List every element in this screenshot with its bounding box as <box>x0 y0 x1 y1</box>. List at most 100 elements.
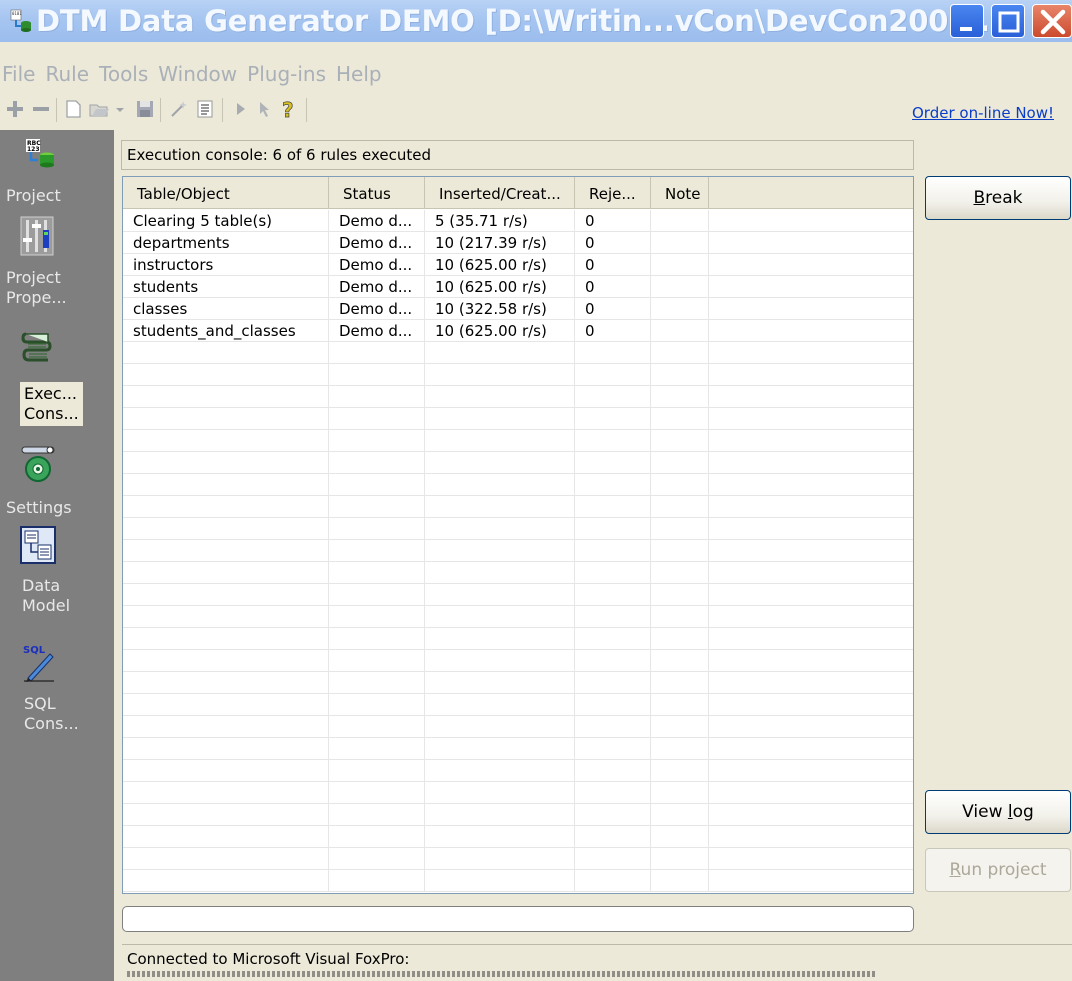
cell-status: Demo d... <box>329 254 425 276</box>
table-row[interactable] <box>123 650 913 672</box>
table-row[interactable] <box>123 518 913 540</box>
table-row[interactable] <box>123 782 913 804</box>
table-row[interactable]: students_and_classes Demo d... 10 (625.00 … <box>123 320 913 342</box>
nav-item-data-model[interactable]: Data Model <box>0 526 114 626</box>
nav-item-project[interactable]: RBC 123 Project <box>0 138 114 208</box>
table-row[interactable] <box>123 474 913 496</box>
break-button[interactable]: Break <box>925 176 1071 220</box>
cell-inserted <box>425 496 575 518</box>
table-row[interactable] <box>123 716 913 738</box>
table-row[interactable] <box>123 386 913 408</box>
menu-plugins[interactable]: Plug-ins <box>247 62 336 88</box>
menu-file[interactable]: File <box>0 62 45 88</box>
nav-label-project: Project <box>6 186 61 205</box>
cell-rejected <box>575 452 651 474</box>
cell-inserted <box>425 826 575 848</box>
menu-help[interactable]: Help <box>336 62 392 88</box>
table-row[interactable] <box>123 804 913 826</box>
cell-status <box>329 650 425 672</box>
svg-text:?: ? <box>282 98 294 120</box>
table-row[interactable] <box>123 672 913 694</box>
step-icon[interactable] <box>254 98 276 120</box>
minimize-button[interactable] <box>950 4 984 38</box>
cell-inserted <box>425 738 575 760</box>
table-row[interactable] <box>123 342 913 364</box>
run-icon[interactable] <box>230 98 252 120</box>
column-header-table-object[interactable]: Table/Object <box>123 177 329 209</box>
table-row[interactable] <box>123 694 913 716</box>
list-icon[interactable] <box>194 98 216 120</box>
table-row[interactable]: departments Demo d... 10 (217.39 r/s) 0 <box>123 232 913 254</box>
view-log-button[interactable]: View log <box>925 790 1071 834</box>
table-row[interactable] <box>123 430 913 452</box>
nav-item-project-properties[interactable]: Project Prope... <box>0 216 114 307</box>
save-icon[interactable] <box>134 98 156 120</box>
project-icon: RBC 123 <box>26 139 54 168</box>
nav-item-sql-console[interactable]: SQL SQL Cons... <box>0 642 114 742</box>
table-row[interactable]: Clearing 5 table(s) Demo d... 5 (35.71 r/s… <box>123 210 913 232</box>
nav-item-execution-console[interactable]: Exec... Cons... <box>0 330 114 460</box>
add-icon[interactable] <box>4 98 26 120</box>
cell-rejected <box>575 430 651 452</box>
menu-rule[interactable]: Rule <box>45 62 99 88</box>
table-row[interactable] <box>123 540 913 562</box>
remove-icon[interactable] <box>30 98 52 120</box>
column-header-status[interactable]: Status <box>329 177 425 209</box>
toolbar-separator <box>160 98 161 122</box>
table-row[interactable] <box>123 826 913 848</box>
execution-table[interactable]: Table/Object Status Inserted/Creat... Re… <box>122 176 914 894</box>
table-row[interactable] <box>123 628 913 650</box>
cell-note <box>651 826 709 848</box>
cell-rejected <box>575 606 651 628</box>
table-row[interactable] <box>123 562 913 584</box>
new-icon[interactable] <box>62 98 84 120</box>
table-row[interactable] <box>123 364 913 386</box>
maximize-button[interactable] <box>991 4 1025 38</box>
table-row[interactable]: classes Demo d... 10 (322.58 r/s) 0 <box>123 298 913 320</box>
table-row[interactable] <box>123 452 913 474</box>
cell-rejected: 0 <box>575 276 651 298</box>
cell-rejected <box>575 584 651 606</box>
toolbar: ? <box>0 94 900 128</box>
wizard-icon[interactable] <box>168 98 190 120</box>
cell-rejected <box>575 496 651 518</box>
close-button[interactable] <box>1032 4 1072 38</box>
table-row[interactable] <box>123 496 913 518</box>
table-row[interactable] <box>123 738 913 760</box>
run-project-button[interactable]: Run project <box>925 848 1071 892</box>
order-online-link[interactable]: Order on-line Now! <box>912 104 1054 122</box>
cell-rejected: 0 <box>575 254 651 276</box>
menu-window[interactable]: Window <box>158 62 247 88</box>
cell-table-object: students <box>123 276 329 298</box>
cell-status: Demo d... <box>329 232 425 254</box>
table-row[interactable] <box>123 606 913 628</box>
column-header-note[interactable]: Note <box>651 177 709 209</box>
dropdown-arrow-icon[interactable] <box>114 98 126 120</box>
cell-table-object <box>123 584 329 606</box>
column-header-inserted[interactable]: Inserted/Creat... <box>425 177 575 209</box>
help-icon[interactable]: ? <box>278 98 300 120</box>
cell-inserted <box>425 870 575 892</box>
cell-note <box>651 848 709 870</box>
nav-item-settings[interactable]: Settings <box>0 444 114 524</box>
cell-rejected <box>575 782 651 804</box>
cell-table-object: instructors <box>123 254 329 276</box>
view-log-button-label: View log <box>962 802 1034 822</box>
cell-table-object <box>123 342 329 364</box>
cell-inserted: 10 (625.00 r/s) <box>425 254 575 276</box>
table-row[interactable] <box>123 870 913 892</box>
menu-tools[interactable]: Tools <box>99 62 158 88</box>
column-header-rejected[interactable]: Reje... <box>575 177 651 209</box>
table-row[interactable]: students Demo d... 10 (625.00 r/s) 0 <box>123 276 913 298</box>
settings-icon <box>21 446 55 482</box>
cell-inserted <box>425 540 575 562</box>
cell-status <box>329 342 425 364</box>
left-navigation-bar: RBC 123 Project Project Prope... Exec...… <box>0 130 114 981</box>
table-row[interactable] <box>123 760 913 782</box>
open-icon[interactable] <box>88 98 110 120</box>
table-row[interactable] <box>123 848 913 870</box>
table-row[interactable] <box>123 408 913 430</box>
cell-inserted <box>425 386 575 408</box>
table-row[interactable] <box>123 584 913 606</box>
table-row[interactable]: instructors Demo d... 10 (625.00 r/s) 0 <box>123 254 913 276</box>
